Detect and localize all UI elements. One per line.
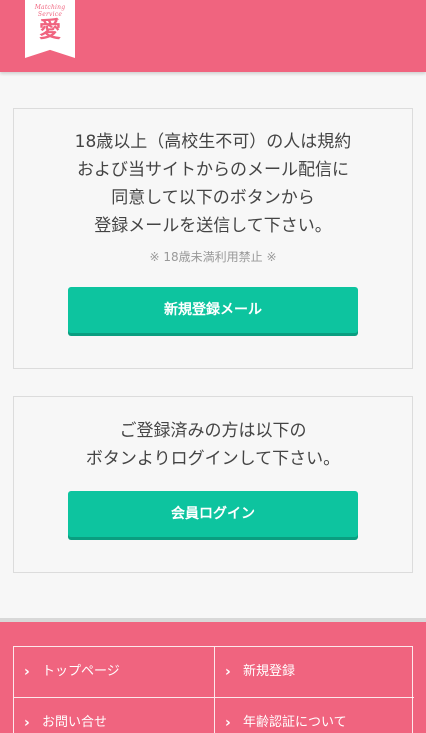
login-line: ボタンよりログインして下さい。 <box>85 449 341 469</box>
footer-link-label: お問い合せ <box>42 715 108 730</box>
register-email-button[interactable]: 新規登録メール <box>68 287 358 333</box>
login-line: ご登録済みの方は以下の <box>119 421 307 441</box>
header: Matching Service 愛 <box>0 0 426 72</box>
footer-link-age-verification[interactable]: › 年齢認証について <box>214 697 414 733</box>
chevron-right-icon: › <box>24 664 30 680</box>
register-line: 同意して以下のボタンから <box>111 188 315 208</box>
footer-nav: › トップページ › 新規登録 › お問い合せ › 年齢認証について <box>13 646 414 733</box>
register-line: 登録メールを送信して下さい。 <box>94 216 332 236</box>
chevron-right-icon: › <box>24 715 30 731</box>
footer-link-contact[interactable]: › お問い合せ <box>14 697 214 733</box>
register-line: および当サイトからのメール配信に <box>77 160 349 180</box>
chevron-right-icon: › <box>225 664 231 680</box>
register-message: 18歳以上（高校生不可）の人は規約 および当サイトからのメール配信に 同意して以… <box>14 128 412 240</box>
login-card: ご登録済みの方は以下の ボタンよりログインして下さい。 会員ログイン <box>13 396 413 573</box>
chevron-right-icon: › <box>225 715 231 731</box>
footer-link-top[interactable]: › トップページ <box>14 647 214 697</box>
register-line: 18歳以上（高校生不可）の人は規約 <box>74 132 352 152</box>
login-message: ご登録済みの方は以下の ボタンよりログインして下さい。 <box>14 417 412 473</box>
register-card: 18歳以上（高校生不可）の人は規約 および当サイトからのメール配信に 同意して以… <box>13 108 413 369</box>
footer-link-label: 新規登録 <box>243 664 296 679</box>
logo-mark: 愛 <box>38 18 61 43</box>
footer-link-label: 年齢認証について <box>243 715 347 730</box>
footer: › トップページ › 新規登録 › お問い合せ › 年齢認証について <box>0 618 426 733</box>
footer-link-register[interactable]: › 新規登録 <box>214 647 414 697</box>
site-logo[interactable]: Matching Service 愛 <box>25 0 75 58</box>
member-login-button[interactable]: 会員ログイン <box>68 491 358 537</box>
logo-subtitle: Matching Service <box>34 4 66 18</box>
age-restriction-note: ※ 18歳未満利用禁止 ※ <box>149 250 277 264</box>
footer-link-label: トップページ <box>42 664 120 679</box>
